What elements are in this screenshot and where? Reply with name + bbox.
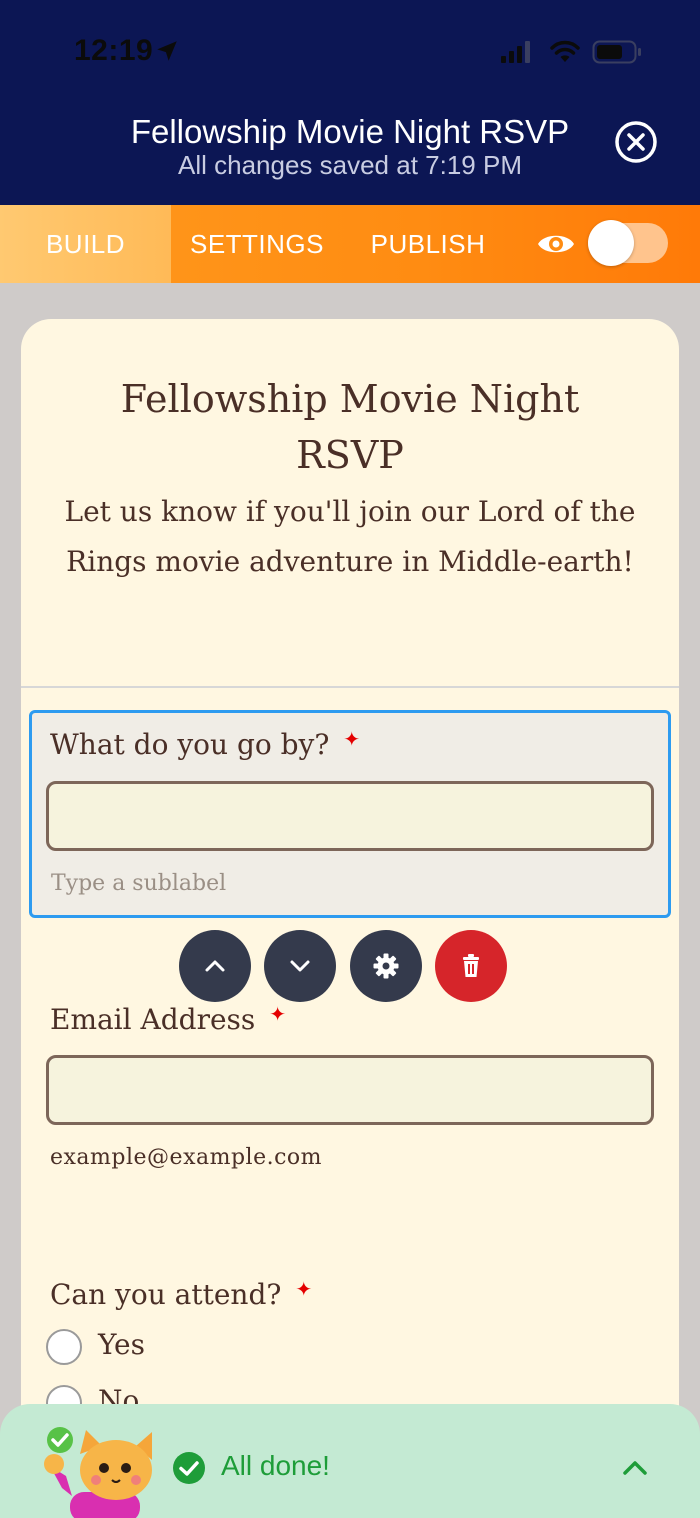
wifi-icon [550,40,580,62]
field-label[interactable]: What do you go by? ✦ [50,727,360,761]
field-settings-button[interactable] [350,930,422,1002]
cellular-signal-icon [501,41,530,63]
email-input[interactable] [46,1055,654,1125]
required-marker: ✦ [343,727,361,751]
app-title: Fellowship Movie Night RSVP [130,113,570,150]
app-header: 12:19 Fellowship Movie Night RSVP All ch… [0,0,700,205]
field-label[interactable]: Email Address ✦ [50,1002,286,1036]
chevron-down-icon [290,960,310,972]
chevron-up-icon[interactable] [620,1454,650,1480]
field-label-text: What do you go by? [50,728,330,761]
tab-publish[interactable]: PUBLISH [350,205,506,283]
completion-status: All done! [221,1450,330,1481]
name-input[interactable] [46,781,654,851]
required-marker: ✦ [269,1002,287,1026]
close-icon[interactable] [614,120,658,164]
divider [21,686,679,688]
status-time: 12:19 [74,34,154,67]
field-label-text: Can you attend? [50,1278,282,1311]
move-up-button[interactable] [179,930,251,1002]
required-marker: ✦ [295,1277,313,1301]
battery-icon [592,40,641,64]
gear-icon [373,953,399,979]
tab-settings[interactable]: SETTINGS [171,205,343,283]
radio-label-yes[interactable]: Yes [98,1328,145,1361]
eye-icon[interactable] [536,229,576,259]
radio-yes[interactable] [46,1329,82,1365]
sublabel-placeholder[interactable]: Type a sublabel [51,871,226,896]
chevron-up-icon [205,960,225,972]
check-circle-icon [173,1452,205,1484]
preview-toggle[interactable] [588,220,668,266]
move-down-button[interactable] [264,930,336,1002]
trash-icon [463,954,479,977]
email-helper-text: example@example.com [50,1145,323,1170]
field-label[interactable]: Can you attend? ✦ [50,1277,312,1311]
form-description[interactable]: Let us know if you'll join our Lord of t… [21,487,679,587]
toggle-knob [588,220,634,266]
form-card: Fellowship Movie Night RSVP Let us know … [21,319,679,1518]
field-label-text: Email Address [50,1003,256,1036]
location-arrow-icon [157,41,177,61]
save-status: All changes saved at 7:19 PM [178,150,522,180]
name-field-block[interactable]: What do you go by? ✦ Type a sublabel [29,710,671,918]
cat-mascot-icon [44,1427,152,1518]
delete-field-button[interactable] [435,930,507,1002]
tab-build[interactable]: BUILD [0,205,171,283]
form-title[interactable]: Fellowship Movie Night RSVP [21,371,679,483]
